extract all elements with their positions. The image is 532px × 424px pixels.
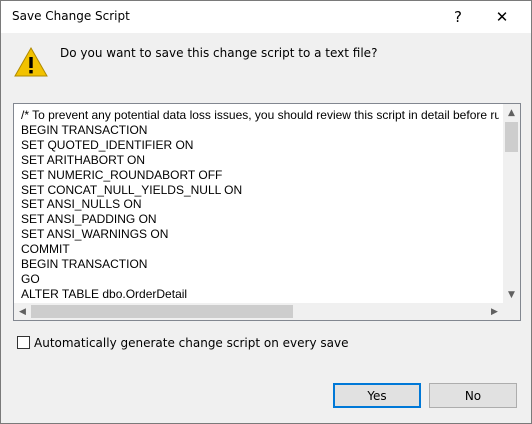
horizontal-scroll-thumb[interactable]	[31, 305, 293, 318]
help-icon: ?	[454, 8, 462, 26]
script-line: SET CONCAT_NULL_YIELDS_NULL ON	[21, 182, 243, 197]
no-button[interactable]: No	[429, 383, 517, 408]
scroll-left-arrow-icon[interactable]: ◀	[14, 303, 31, 320]
scroll-right-arrow-icon[interactable]: ▶	[486, 303, 503, 320]
scroll-up-arrow-icon[interactable]: ▲	[503, 104, 520, 121]
script-line: SET QUOTED_IDENTIFIER ON	[21, 137, 194, 152]
warning-icon	[14, 47, 48, 77]
script-line: BEGIN TRANSACTION	[21, 122, 148, 137]
auto-generate-option[interactable]: Automatically generate change script on …	[17, 335, 348, 350]
script-line: COMMIT	[21, 242, 70, 257]
close-icon: ✕	[495, 8, 509, 26]
script-line: SET ANSI_WARNINGS ON	[21, 227, 169, 242]
script-line: SET ARITHABORT ON	[21, 152, 146, 167]
script-line: GO	[21, 271, 40, 286]
script-line: SET ANSI_PADDING ON	[21, 212, 157, 227]
script-line: /* To prevent any potential data loss is…	[21, 108, 499, 122]
save-change-script-dialog: Save Change Script ? ✕ Do you want to sa…	[0, 0, 532, 424]
title-bar: Save Change Script ? ✕	[1, 1, 531, 33]
script-line: SET NUMERIC_ROUNDABORT OFF	[21, 167, 223, 182]
help-button[interactable]: ?	[438, 1, 478, 33]
vertical-scrollbar[interactable]: ▲ ▼	[503, 104, 520, 303]
script-line: BEGIN TRANSACTION	[21, 257, 148, 272]
script-text-area[interactable]: /* To prevent any potential data loss is…	[13, 103, 521, 321]
script-line: SET ANSI_NULLS ON	[21, 197, 142, 212]
horizontal-scrollbar[interactable]: ◀ ▶	[14, 303, 503, 320]
scrollbar-corner	[503, 303, 520, 320]
scroll-down-arrow-icon[interactable]: ▼	[503, 286, 520, 303]
auto-generate-checkbox[interactable]	[17, 336, 30, 349]
script-line: ALTER TABLE dbo.OrderDetail	[21, 286, 188, 300]
auto-generate-label[interactable]: Automatically generate change script on …	[34, 336, 348, 350]
script-content: /* To prevent any potential data loss is…	[21, 108, 499, 300]
close-button[interactable]: ✕	[482, 1, 522, 33]
confirmation-message: Do you want to save this change script t…	[60, 46, 378, 60]
yes-button[interactable]: Yes	[333, 383, 421, 408]
window-title: Save Change Script	[12, 9, 130, 23]
vertical-scroll-thumb[interactable]	[505, 122, 518, 152]
